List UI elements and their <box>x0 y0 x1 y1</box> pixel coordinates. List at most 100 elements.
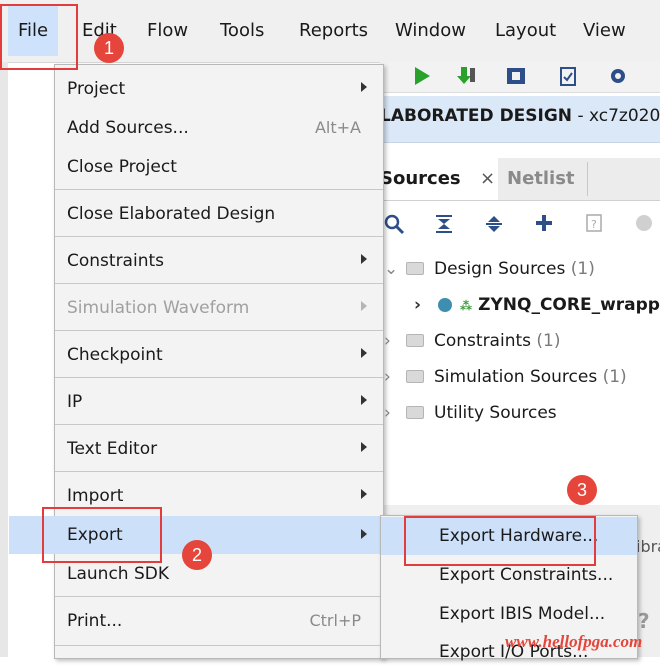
svg-text:?: ? <box>591 218 597 231</box>
tab-close-icon[interactable]: × <box>480 158 495 200</box>
menu-item-checkpoint-label: Checkpoint <box>67 345 163 365</box>
help-icon[interactable]: ? <box>638 609 650 633</box>
menu-view[interactable]: View <box>583 18 626 44</box>
module-icon <box>437 298 452 312</box>
annotation-badge-1: 1 <box>94 33 124 63</box>
chevron-right-icon[interactable]: › <box>384 365 402 389</box>
folder-icon <box>406 406 424 419</box>
menu-item-text-editor[interactable]: Text Editor <box>55 431 383 467</box>
annotation-badge-2: 2 <box>182 540 212 570</box>
submenu-arrow-icon <box>361 442 367 452</box>
menu-item-import-label: Import <box>67 486 124 506</box>
tree-simulation-sources-label: Simulation Sources <box>434 367 598 387</box>
tree-utility-sources[interactable]: › Utility Sources <box>384 401 557 425</box>
menu-item-close-elaborated-label: Close Elaborated Design <box>67 204 276 224</box>
run-icon[interactable] <box>410 65 434 89</box>
tree-utility-sources-label: Utility Sources <box>434 403 557 423</box>
download-bitstream-icon[interactable] <box>454 65 478 89</box>
file-menu-dropdown: Project Add Sources... Alt+A Close Projec… <box>9 64 384 659</box>
submenu-arrow-icon <box>361 395 367 405</box>
menu-tools-label: Tools <box>220 20 265 41</box>
tab-netlist[interactable]: Netlist <box>507 158 575 200</box>
folder-icon <box>406 370 424 383</box>
menu-item-add-sources-label: Add Sources... <box>67 118 189 138</box>
menu-separator <box>55 283 383 284</box>
menu-item-print[interactable]: Print... Ctrl+P <box>55 603 383 639</box>
menu-reports[interactable]: Reports <box>299 18 368 44</box>
menu-item-export-ibis-label: Export IBIS Model... <box>439 604 606 624</box>
tree-simulation-sources[interactable]: › Simulation Sources (1) <box>384 365 627 389</box>
gear-icon[interactable] <box>606 65 630 89</box>
status-dot-icon <box>632 213 656 237</box>
shortcut-label: Alt+A <box>314 118 361 137</box>
submenu-arrow-icon <box>361 82 367 92</box>
tab-sources-label: Sources <box>380 168 461 189</box>
menu-item-export-constraints-label: Export Constraints... <box>439 565 614 585</box>
menu-separator <box>55 645 383 646</box>
tree-constraints-label: Constraints <box>434 331 531 351</box>
menu-item-close-elaborated-design[interactable]: Close Elaborated Design <box>55 196 383 232</box>
annotation-box-file <box>0 4 78 70</box>
menu-window-label: Window <box>395 20 466 41</box>
design-part-text: - xc7z020cl <box>577 106 660 126</box>
menu-item-constraints[interactable]: Constraints <box>55 243 383 279</box>
menu-window[interactable]: Window <box>395 18 466 44</box>
annotation-badge-3: 3 <box>567 475 597 505</box>
clipped-tab-label: ibra <box>636 537 660 556</box>
tab-netlist-label: Netlist <box>507 168 575 189</box>
submenu-arrow-icon <box>361 489 367 499</box>
chevron-down-icon[interactable]: ⌄ <box>384 257 402 281</box>
chevron-right-icon[interactable]: › <box>384 401 402 425</box>
menu-flow[interactable]: Flow <box>147 18 188 44</box>
design-title: LABORATED DESIGN - xc7z020cl <box>380 106 660 126</box>
tree-design-sources-count: (1) <box>570 259 595 279</box>
menu-item-project-label: Project <box>67 79 126 99</box>
chevron-right-icon[interactable]: › <box>384 329 402 353</box>
submenu-arrow-icon <box>361 301 367 311</box>
submenu-arrow-icon <box>361 254 367 264</box>
properties-icon[interactable]: ? <box>582 213 606 237</box>
tree-wrapper-label: ZYNQ_CORE_wrappe <box>478 295 660 315</box>
sources-toolbar: ? <box>380 205 660 245</box>
menu-separator <box>55 189 383 190</box>
menu-layout[interactable]: Layout <box>495 18 556 44</box>
menu-separator <box>55 377 383 378</box>
menu-item-checkpoint[interactable]: Checkpoint <box>55 337 383 373</box>
implementation-icon[interactable] <box>504 65 528 89</box>
watermark-text: www.hellofpga.com <box>505 632 643 651</box>
annotation-box-export <box>42 507 162 563</box>
menu-item-add-sources[interactable]: Add Sources... Alt+A <box>55 110 383 146</box>
menu-separator <box>55 596 383 597</box>
expand-all-icon[interactable] <box>482 213 506 237</box>
tab-divider <box>587 162 588 196</box>
menu-item-close-project[interactable]: Close Project <box>55 149 383 185</box>
tree-simulation-sources-count: (1) <box>602 367 627 387</box>
tree-constraints[interactable]: › Constraints (1) <box>384 329 561 353</box>
design-title-bar: LABORATED DESIGN - xc7z020cl <box>380 96 660 143</box>
menu-item-print-label: Print... <box>67 611 123 631</box>
menu-flow-label: Flow <box>147 20 189 41</box>
menu-item-export-ibis[interactable]: Export IBIS Model... <box>381 595 637 633</box>
submenu-arrow-icon <box>361 529 367 539</box>
menu-item-simulation-waveform-label: Simulation Waveform <box>67 298 250 318</box>
collapse-all-icon[interactable] <box>432 213 456 237</box>
folder-icon <box>406 262 424 275</box>
tab-sources[interactable]: Sources × <box>380 158 498 200</box>
menu-tools[interactable]: Tools <box>220 18 264 44</box>
add-icon[interactable] <box>532 213 556 237</box>
main-toolbar <box>380 62 660 93</box>
menu-separator <box>55 236 383 237</box>
menu-separator <box>55 424 383 425</box>
left-panel-edge <box>0 62 8 657</box>
menu-item-close-project-label: Close Project <box>67 157 177 177</box>
search-icon[interactable] <box>382 213 406 237</box>
design-title-text: LABORATED DESIGN <box>380 106 573 126</box>
tree-wrapper-item[interactable]: › ⁂ ZYNQ_CORE_wrappe <box>414 293 660 317</box>
menu-separator <box>55 330 383 331</box>
tree-design-sources-label: Design Sources <box>434 259 566 279</box>
menu-item-project[interactable]: Project <box>55 71 383 107</box>
chevron-right-icon[interactable]: › <box>414 293 432 317</box>
clipboard-icon[interactable] <box>556 65 580 89</box>
menu-item-ip[interactable]: IP <box>55 384 383 420</box>
tree-design-sources[interactable]: ⌄ Design Sources (1) <box>384 257 595 281</box>
